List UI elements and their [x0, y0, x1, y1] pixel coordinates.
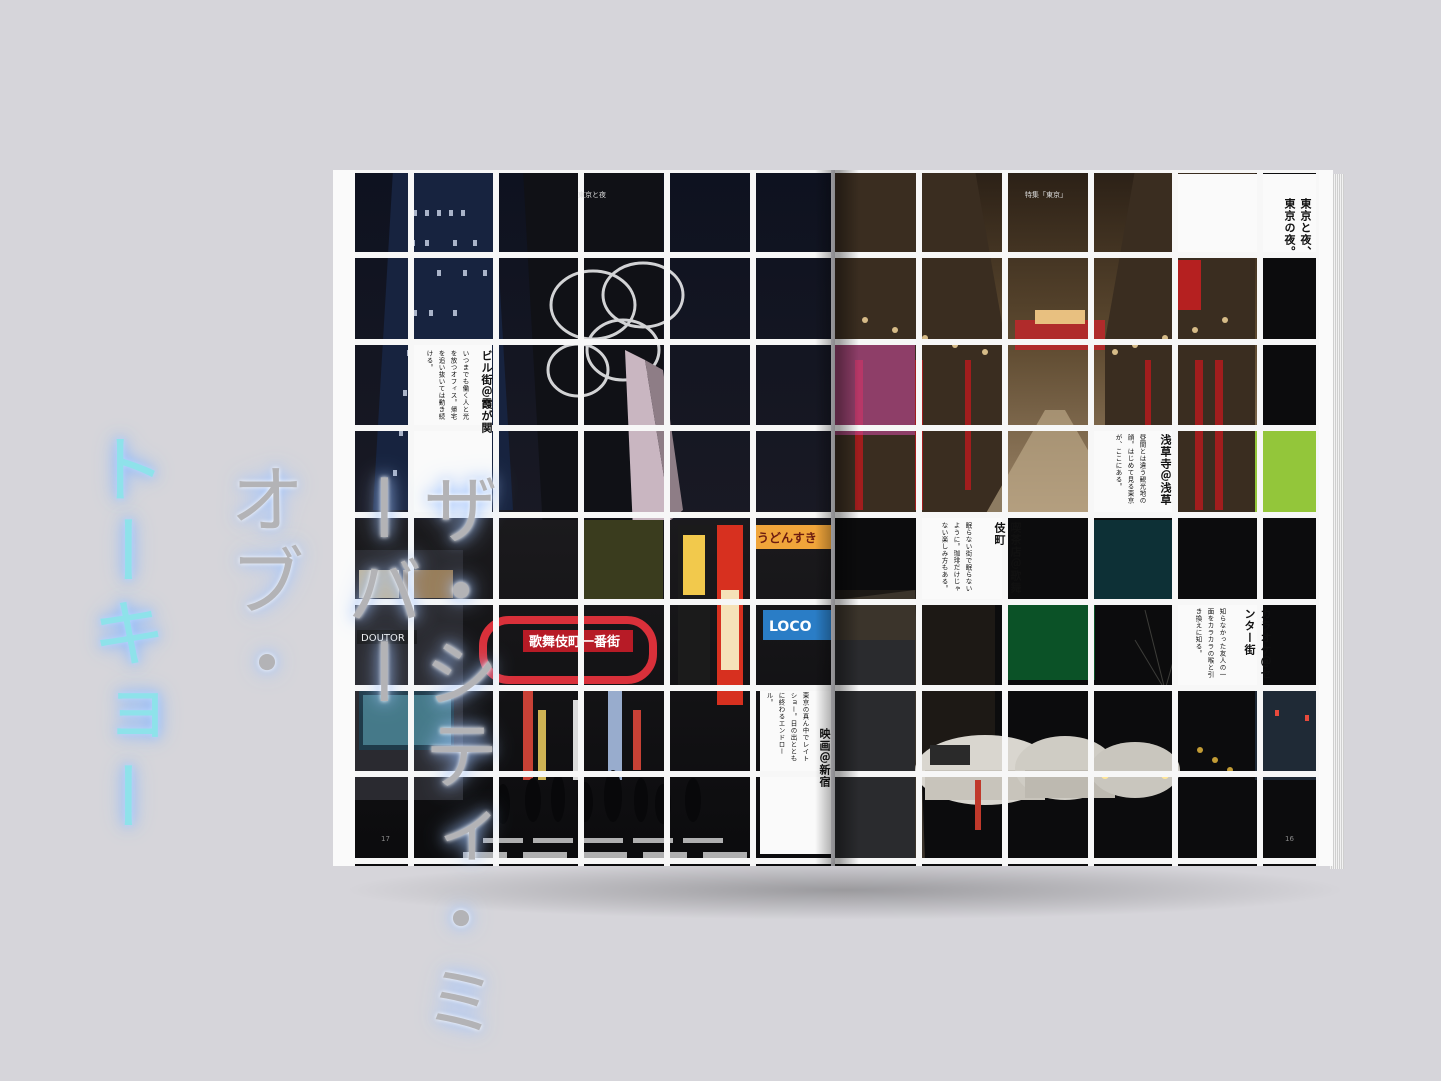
section-body-shinjuku: 東京の真ん中でレイトショー。日の出とともに終わるエンドロール。: [765, 692, 809, 762]
night-photo-asakusa: [835, 170, 1333, 866]
udon-sign: うどんすき: [757, 531, 817, 545]
section-heading-shinjuku: 映画＠新宿: [818, 728, 831, 788]
section-heading-asakusa: 浅草寺＠浅草: [1159, 434, 1172, 506]
gate-sign: 歌舞伎町一番街: [529, 634, 620, 650]
cover-title-column-1: ザ・シティ・ミーバー: [334, 470, 499, 1044]
left-header: 東京と夜: [578, 191, 606, 199]
cover-title-column-3: トーキョー: [78, 430, 167, 840]
right-page-number: 16: [1285, 835, 1294, 843]
section-heading-karaoke: カラオケ＠センター街: [1243, 608, 1272, 680]
section-body-kasumigaseki: いつまでも働く人と光を放つオフィス。帰宅を追い抜いては動き続ける。: [425, 350, 469, 420]
cover-title-column-2: オブ・: [216, 460, 305, 706]
section-body-asakusa: 昼間とは違う観光地の顔。はじめて見る東京が、ここにある。: [1114, 434, 1146, 504]
section-body-karaoke: 知らなかった友人の一面をカラカラの喉と引き換えに知る。: [1194, 608, 1226, 678]
right-page: 特集「東京」 16 東京と夜、 東京の夜。 浅草寺＠浅草 昼間とは違う観光地の顔…: [835, 170, 1333, 866]
feature-title-line2: 東京の夜。: [1283, 198, 1296, 258]
feature-title-line1: 東京と夜、: [1299, 198, 1312, 258]
right-header: 特集「東京」: [1025, 191, 1067, 199]
loco-sign: LOCO: [769, 619, 812, 635]
section-body-kabukicho: 眠らない街で眠らないように。珈琲だけじゃない楽しみ方もある。: [940, 522, 972, 592]
section-heading-kabukicho: 喫茶店＠歌舞伎町: [993, 522, 1022, 594]
magazine-mockup: DOUTOR 歌舞伎町一番街 うどんすき LOCO 東京と夜 17 ビル街＠霞が…: [0, 0, 1441, 1081]
